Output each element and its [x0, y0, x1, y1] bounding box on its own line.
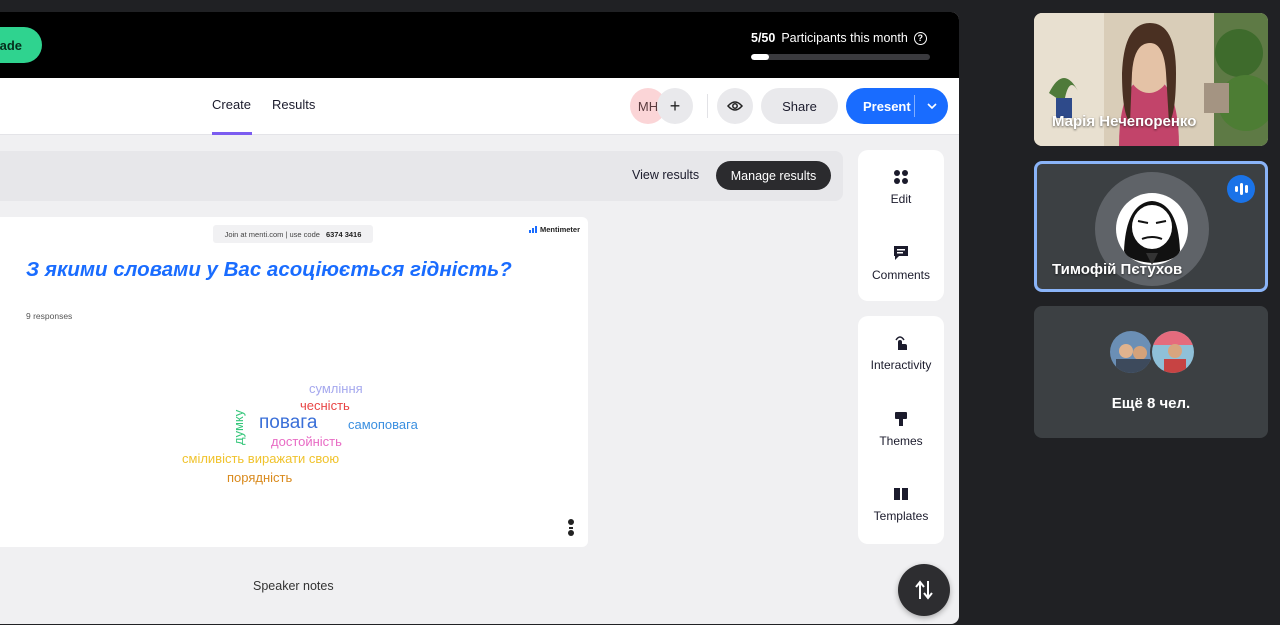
screen: ade 5/50 Participants this month ? Creat… [0, 0, 1280, 625]
word-cloud-word: думку [231, 409, 246, 445]
participants-counter: 5/50 Participants this month ? [751, 31, 927, 45]
themes-button[interactable]: Themes [858, 410, 944, 448]
present-label: Present [863, 98, 911, 114]
mentimeter-logo-icon [529, 226, 537, 233]
templates-button[interactable]: Templates [858, 485, 944, 523]
participant-thumbnail [1108, 329, 1154, 375]
word-cloud-word: достойність [271, 434, 342, 449]
eye-icon [727, 101, 743, 111]
edit-button[interactable]: Edit [858, 168, 944, 206]
side-panel-top: Edit Comments [858, 150, 944, 301]
participants-progress-fill [751, 54, 769, 60]
speaking-indicator-icon [1227, 175, 1255, 203]
templates-label: Templates [873, 509, 929, 523]
brand-name: Mentimeter [540, 225, 581, 234]
help-icon[interactable]: ? [913, 31, 927, 45]
active-tab-indicator [212, 132, 252, 135]
shared-screen: ade 5/50 Participants this month ? Creat… [0, 12, 959, 624]
editor-navbar: Create Results MH + Share Present [0, 78, 959, 135]
mentimeter-logo: Mentimeter [529, 225, 580, 234]
interactivity-icon [895, 336, 907, 350]
preview-button[interactable] [717, 88, 753, 124]
word-cloud-word: повага [259, 412, 318, 433]
edit-label: Edit [890, 192, 912, 206]
results-toolbar: View results Manage results [0, 151, 843, 201]
themes-icon [895, 412, 907, 426]
hand-raise-icon[interactable] [566, 518, 576, 538]
themes-label: Themes [879, 434, 923, 448]
speaker-notes[interactable]: Speaker notes [253, 579, 334, 593]
side-panel-bottom: Interactivity Themes Templates [858, 316, 944, 544]
add-collaborator-button[interactable]: + [657, 88, 693, 124]
tab-results[interactable]: Results [272, 97, 315, 112]
tab-create[interactable]: Create [212, 97, 251, 112]
share-button[interactable]: Share [761, 88, 838, 124]
swap-vertical-icon [915, 580, 933, 600]
word-cloud-word: чесність [300, 398, 350, 413]
more-participants-tile[interactable]: Ещё 8 чел. [1034, 306, 1268, 438]
word-cloud-word: сумління [309, 381, 363, 396]
interactivity-button[interactable]: Interactivity [858, 334, 944, 372]
templates-icon [894, 488, 908, 500]
question-title: З якими словами у Вас асоціюється гідніс… [26, 258, 512, 281]
edit-icon [894, 170, 908, 184]
join-instructions: Join at menti.com | use code 6374 3416 [213, 225, 373, 243]
participants-count: 5/50 [751, 31, 776, 45]
word-cloud-word: самоповага [348, 417, 418, 432]
slide-preview[interactable]: Join at menti.com | use code 6374 3416 M… [0, 217, 588, 547]
participants-progress-bar [751, 54, 930, 60]
join-code: 6374 3416 [325, 229, 362, 239]
comments-button[interactable]: Comments [858, 244, 944, 282]
participant-name: Тимофій Пєтухов [1052, 261, 1183, 278]
more-participants-label: Ещё 8 чел. [1111, 395, 1191, 412]
word-cloud-word: сміливість виражати свою [182, 451, 340, 466]
interactivity-label: Interactivity [870, 358, 932, 372]
manage-results-button[interactable]: Manage results [716, 161, 831, 190]
comments-label: Comments [871, 268, 930, 282]
reorder-fab-button[interactable] [898, 564, 950, 616]
video-tile-tymofii[interactable]: Тимофій Пєтухов [1034, 161, 1268, 292]
participant-thumbnail [1150, 329, 1196, 375]
participants-text: Participants this month [781, 31, 908, 45]
join-text: Join at menti.com | use code [224, 229, 320, 239]
participant-name: Марія Нечепоренко [1052, 113, 1197, 130]
view-results-button[interactable]: View results [632, 168, 699, 182]
response-count: 9 responses [26, 311, 73, 321]
divider [707, 94, 708, 118]
word-cloud-word: порядність [227, 470, 293, 485]
video-tile-maria[interactable]: Марія Нечепоренко [1034, 13, 1268, 146]
comments-icon [894, 246, 908, 260]
present-button[interactable]: Present [846, 88, 948, 124]
top-bar: ade 5/50 Participants this month ? [0, 12, 959, 78]
chevron-down-icon[interactable] [915, 103, 948, 109]
upgrade-button[interactable]: ade [0, 27, 42, 63]
